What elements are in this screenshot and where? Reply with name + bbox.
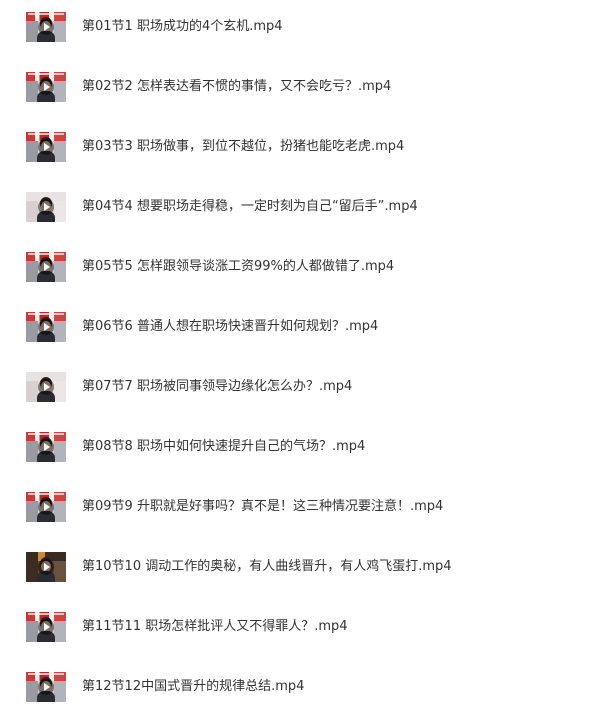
play-icon xyxy=(38,259,54,275)
file-name: 第08节8 职场中如何快速提升自己的气场？.mp4 xyxy=(82,439,366,454)
video-thumbnail xyxy=(26,72,66,102)
video-thumbnail xyxy=(26,252,66,282)
file-name: 第02节2 怎样表达看不惯的事情，又不会吃亏？.mp4 xyxy=(82,79,392,94)
file-row[interactable]: 第06节6 普通人想在职场快速晋升如何规划？.mp4 xyxy=(0,308,593,348)
file-row[interactable]: 第05节5 怎样跟领导谈涨工资99%的人都做错了.mp4 xyxy=(0,248,593,288)
play-icon xyxy=(38,139,54,155)
video-thumbnail xyxy=(26,132,66,162)
play-icon xyxy=(38,619,54,635)
file-name: 第06节6 普通人想在职场快速晋升如何规划？.mp4 xyxy=(82,319,379,334)
file-row[interactable]: 第10节10 调动工作的奥秘，有人曲线晋升，有人鸡飞蛋打.mp4 xyxy=(0,548,593,588)
play-icon xyxy=(38,439,54,455)
play-icon xyxy=(38,319,54,335)
file-row[interactable]: 第01节1 职场成功的4个玄机.mp4 xyxy=(0,8,593,48)
file-name: 第05节5 怎样跟领导谈涨工资99%的人都做错了.mp4 xyxy=(82,259,395,274)
play-icon xyxy=(38,499,54,515)
file-row[interactable]: 第08节8 职场中如何快速提升自己的气场？.mp4 xyxy=(0,428,593,468)
file-name: 第01节1 职场成功的4个玄机.mp4 xyxy=(82,19,283,34)
video-thumbnail xyxy=(26,192,66,222)
file-row[interactable]: 第12节12中国式晋升的规律总结.mp4 xyxy=(0,668,593,708)
file-row[interactable]: 第09节9 升职就是好事吗？真不是！这三种情况要注意！.mp4 xyxy=(0,488,593,528)
file-list: 第01节1 职场成功的4个玄机.mp4 第02节2 怎样表达看不惯的事情，又不会… xyxy=(0,0,593,721)
file-name: 第11节11 职场怎样批评人又不得罪人？.mp4 xyxy=(82,619,348,634)
file-name: 第09节9 升职就是好事吗？真不是！这三种情况要注意！.mp4 xyxy=(82,499,444,514)
file-name: 第07节7 职场被同事领导边缘化怎么办？.mp4 xyxy=(82,379,353,394)
play-icon xyxy=(38,79,54,95)
video-thumbnail xyxy=(26,12,66,42)
file-name: 第04节4 想要职场走得稳，一定时刻为自己“留后手”.mp4 xyxy=(82,199,418,214)
file-name: 第03节3 职场做事，到位不越位，扮猪也能吃老虎.mp4 xyxy=(82,139,405,154)
play-icon xyxy=(38,379,54,395)
video-thumbnail xyxy=(26,552,66,582)
play-icon xyxy=(38,679,54,695)
file-row[interactable]: 第02节2 怎样表达看不惯的事情，又不会吃亏？.mp4 xyxy=(0,68,593,108)
file-row[interactable]: 第11节11 职场怎样批评人又不得罪人？.mp4 xyxy=(0,608,593,648)
play-icon xyxy=(38,19,54,35)
video-thumbnail xyxy=(26,312,66,342)
video-thumbnail xyxy=(26,612,66,642)
play-icon xyxy=(38,199,54,215)
file-name: 第12节12中国式晋升的规律总结.mp4 xyxy=(82,679,305,694)
play-icon xyxy=(38,559,54,575)
video-thumbnail xyxy=(26,672,66,702)
video-thumbnail xyxy=(26,432,66,462)
file-row[interactable]: 第03节3 职场做事，到位不越位，扮猪也能吃老虎.mp4 xyxy=(0,128,593,168)
video-thumbnail xyxy=(26,492,66,522)
file-row[interactable]: 第04节4 想要职场走得稳，一定时刻为自己“留后手”.mp4 xyxy=(0,188,593,228)
video-thumbnail xyxy=(26,372,66,402)
file-row[interactable]: 第07节7 职场被同事领导边缘化怎么办？.mp4 xyxy=(0,368,593,408)
file-name: 第10节10 调动工作的奥秘，有人曲线晋升，有人鸡飞蛋打.mp4 xyxy=(82,559,452,574)
